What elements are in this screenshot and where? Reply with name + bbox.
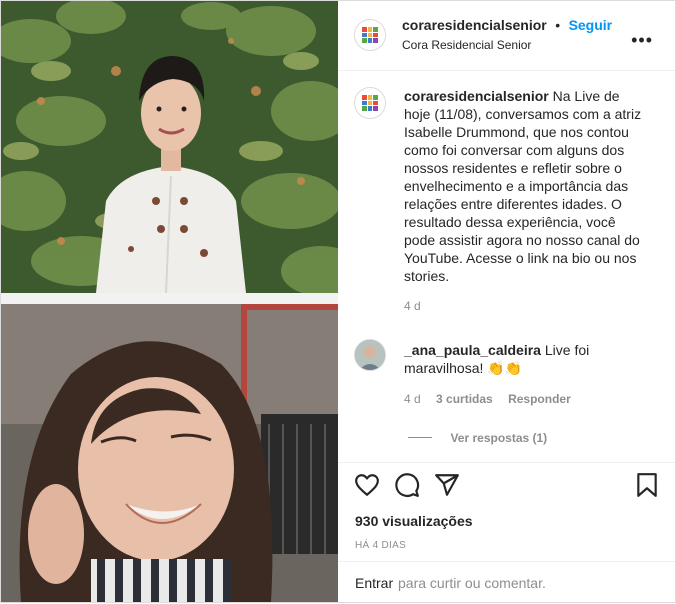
comment-body: _ana_paula_caldeira Live foi maravilhosa… — [404, 341, 649, 377]
heart-icon[interactable] — [354, 472, 380, 498]
caption-username[interactable]: coraresidencialsenior — [404, 88, 549, 104]
cora-logo-icon — [362, 95, 378, 111]
login-link[interactable]: Entrar — [355, 575, 393, 591]
comment-age[interactable]: 4 d — [404, 392, 421, 406]
post-media[interactable] — [1, 1, 338, 602]
commenter-avatar[interactable] — [354, 339, 386, 371]
author-avatar[interactable] — [354, 19, 386, 51]
video-panel-host — [1, 1, 338, 293]
post-header: coraresidencialsenior • Seguir Cora Resi… — [338, 0, 675, 71]
post-sidebar: coraresidencialsenior • Seguir Cora Resi… — [338, 0, 675, 603]
replies-line — [408, 437, 432, 439]
reply-button[interactable]: Responder — [508, 392, 571, 406]
comment-meta: 4 d 3 curtidas Responder — [404, 392, 571, 406]
add-comment-bar: Entrar para curtir ou comentar. — [338, 561, 675, 604]
post-caption: coraresidencialsenior Na Live de hoje (1… — [404, 87, 649, 285]
caption-text: Na Live de hoje (11/08), conversamos com… — [404, 88, 642, 284]
caption-author-avatar[interactable] — [354, 87, 386, 119]
more-options-icon[interactable]: ••• — [631, 30, 653, 51]
header-title-row: coraresidencialsenior • Seguir — [402, 17, 612, 35]
separator-dot: • — [555, 17, 561, 33]
view-replies-button[interactable]: Ver respostas (1) — [450, 431, 547, 445]
follow-button[interactable]: Seguir — [569, 17, 613, 33]
commenter-username[interactable]: _ana_paula_caldeira — [404, 342, 541, 358]
post-location[interactable]: Cora Residencial Senior — [402, 38, 531, 52]
guest-video-frame — [1, 304, 338, 602]
view-replies-row[interactable]: Ver respostas (1) — [408, 429, 547, 447]
bookmark-icon[interactable] — [634, 472, 660, 498]
cora-logo-icon — [362, 27, 378, 43]
video-divider — [1, 293, 338, 304]
comment-likes[interactable]: 3 curtidas — [436, 392, 493, 406]
video-panel-guest — [1, 304, 338, 602]
login-prompt: para curtir ou comentar. — [398, 575, 546, 591]
comments-area[interactable]: coraresidencialsenior Na Live de hoje (1… — [338, 71, 675, 462]
caption-age[interactable]: 4 d — [404, 299, 421, 313]
post-date[interactable]: HÁ 4 DIAS — [355, 540, 406, 551]
share-icon[interactable] — [434, 472, 460, 498]
post-actions: 930 visualizações HÁ 4 DIAS Entrar para … — [338, 462, 675, 603]
comment-icon[interactable] — [394, 472, 420, 498]
commenter-photo — [355, 340, 385, 370]
view-count[interactable]: 930 visualizações — [355, 513, 473, 529]
author-username[interactable]: coraresidencialsenior — [402, 17, 547, 33]
host-video-frame — [1, 1, 338, 293]
